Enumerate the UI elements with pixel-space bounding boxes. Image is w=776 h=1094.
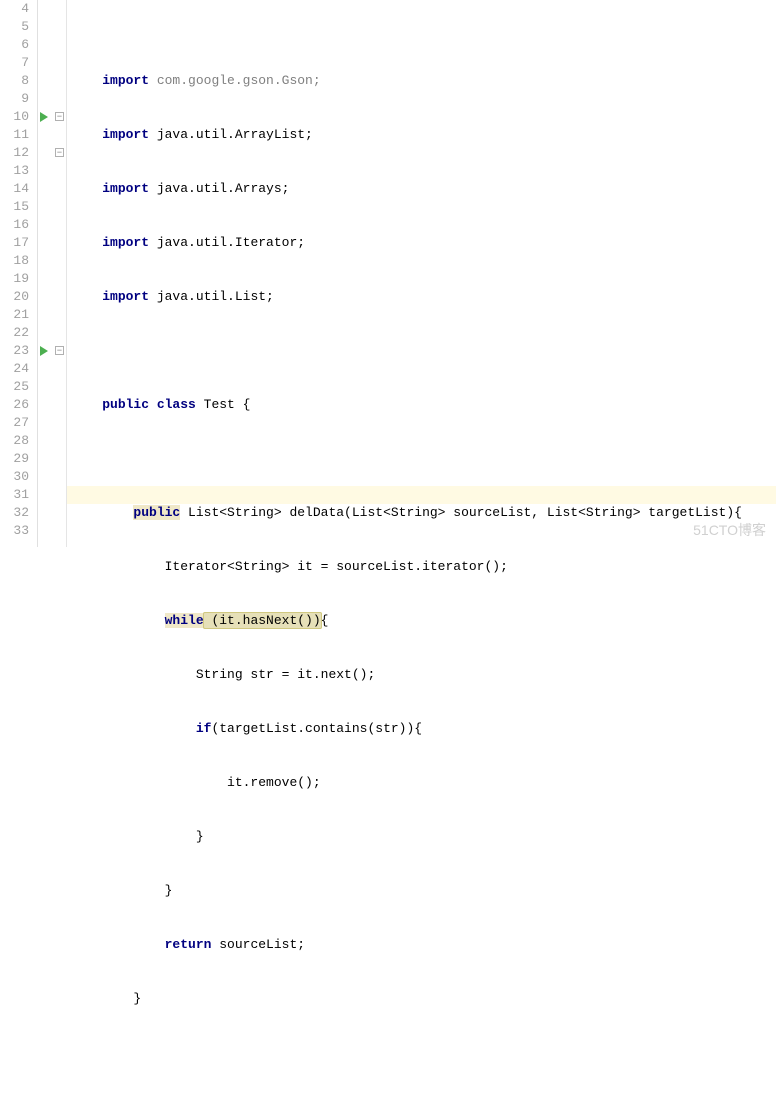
- code-line: }: [71, 990, 776, 1008]
- code-line: import java.util.ArrayList;: [71, 126, 776, 144]
- code-line: [71, 342, 776, 360]
- code-line: [71, 450, 776, 468]
- code-line: Iterator<String> it = sourceList.iterato…: [71, 558, 776, 576]
- fold-column: − − −: [54, 0, 67, 547]
- code-line: }: [71, 828, 776, 846]
- code-line: public List<String> delData(List<String>…: [71, 504, 776, 522]
- code-line: import java.util.Iterator;: [71, 234, 776, 252]
- fold-toggle-icon[interactable]: −: [55, 148, 64, 157]
- code-line: return sourceList;: [71, 936, 776, 954]
- code-editor[interactable]: 4567891011121314151617181920212223242526…: [0, 0, 776, 547]
- code-line: while (it.hasNext()){: [71, 612, 776, 630]
- code-line: import com.google.gson.Gson;: [71, 72, 776, 90]
- code-line: }: [71, 882, 776, 900]
- code-line: it.remove();: [71, 774, 776, 792]
- run-gutter-icon[interactable]: [40, 112, 48, 122]
- current-line-highlight: [67, 486, 776, 504]
- code-line: public class Test {: [71, 396, 776, 414]
- code-line: import java.util.List;: [71, 288, 776, 306]
- fold-toggle-icon[interactable]: −: [55, 346, 64, 355]
- fold-toggle-icon[interactable]: −: [55, 112, 64, 121]
- run-marks-column: [38, 0, 54, 547]
- run-gutter-icon[interactable]: [40, 346, 48, 356]
- code-line: import java.util.Arrays;: [71, 180, 776, 198]
- line-number-gutter: 4567891011121314151617181920212223242526…: [0, 0, 38, 547]
- code-area[interactable]: import com.google.gson.Gson; import java…: [67, 0, 776, 547]
- code-line: String str = it.next();: [71, 666, 776, 684]
- code-line: [71, 1044, 776, 1062]
- code-line: if(targetList.contains(str)){: [71, 720, 776, 738]
